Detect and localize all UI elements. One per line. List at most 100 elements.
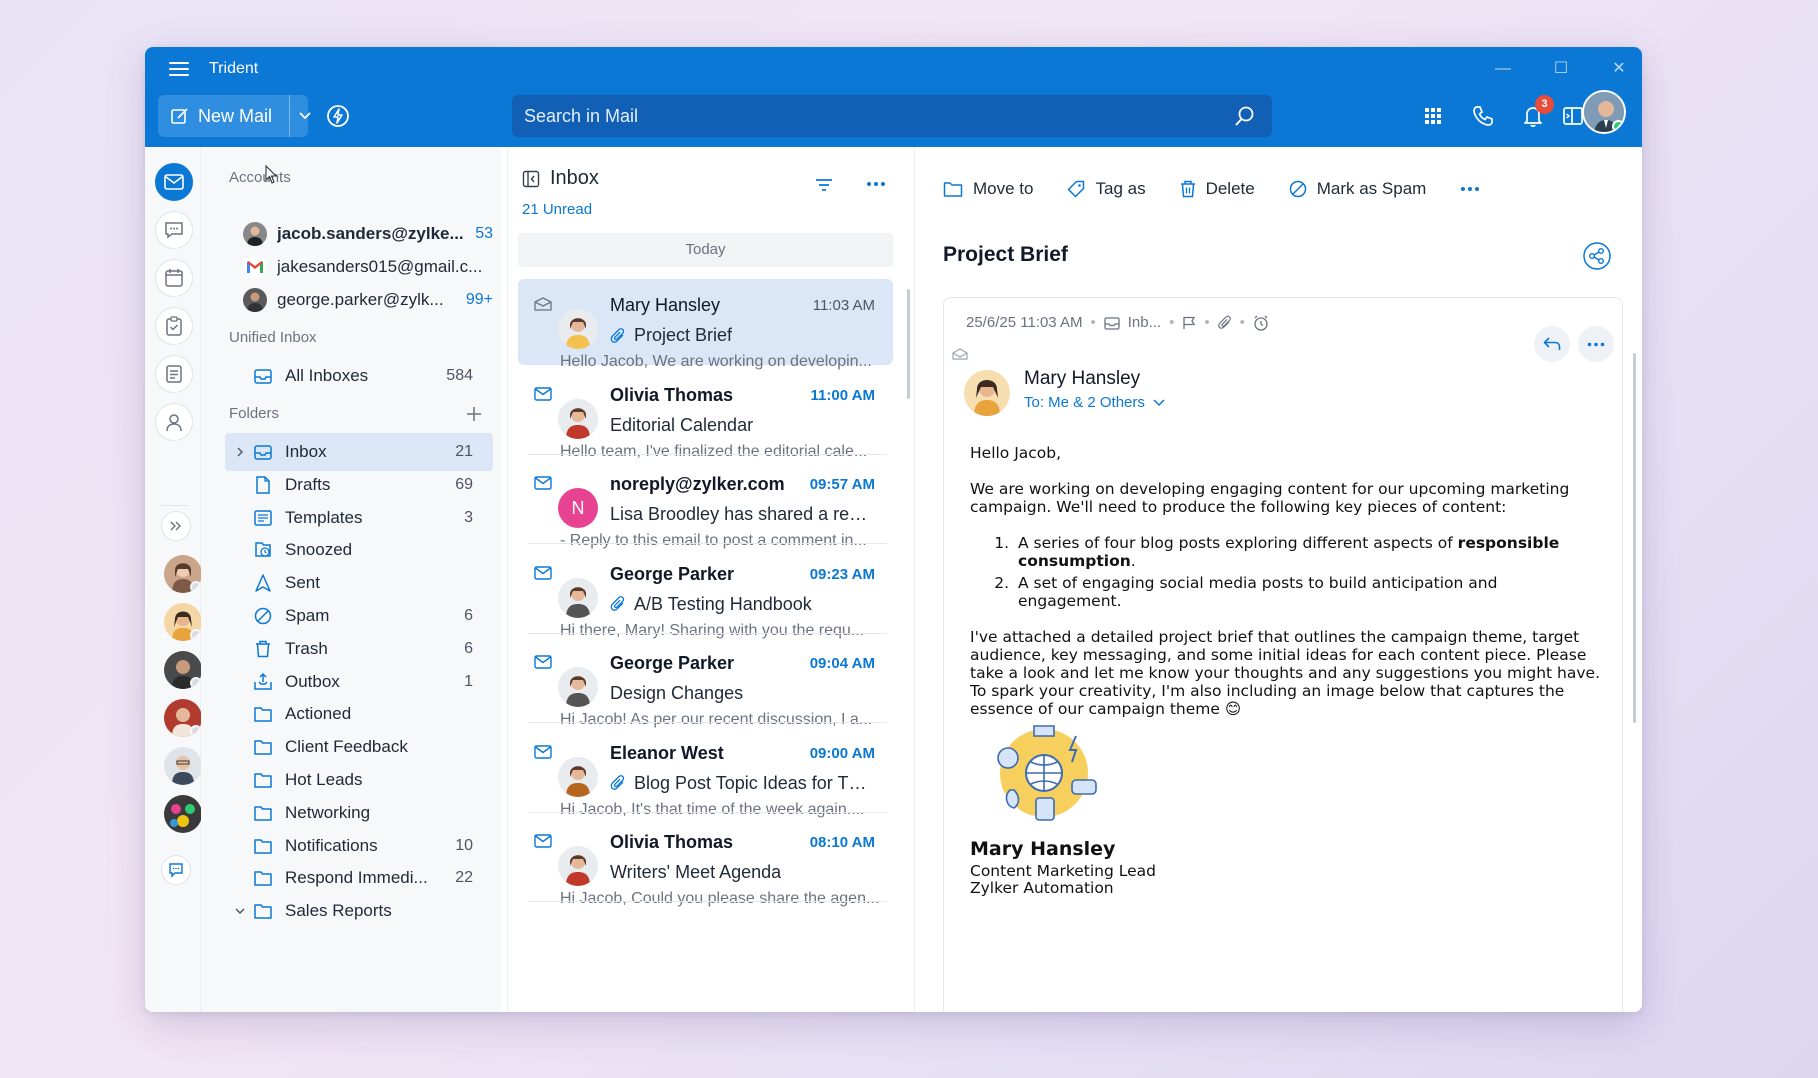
content-item-2: A set of engaging social media posts to … [1014, 574, 1600, 610]
sender-avatar[interactable] [964, 370, 1010, 416]
mail-item[interactable]: George Parker 09:23 AM A/B Testing Handboo… [518, 548, 893, 639]
minimize-icon[interactable]: — [1494, 60, 1512, 78]
folder-sales-reports[interactable]: Sales Reports [225, 892, 493, 930]
attachment-icon [610, 775, 625, 790]
templates-icon [254, 509, 272, 526]
search-input[interactable]: Search in Mail [512, 95, 1272, 137]
mail-time: 09:04 AM [809, 655, 875, 672]
folder-all-inboxes[interactable]: All Inboxes 584 [225, 357, 493, 395]
contact-avatar-3[interactable] [164, 651, 202, 689]
close-icon[interactable]: ✕ [1610, 60, 1628, 78]
contact-avatar-6[interactable] [164, 795, 202, 833]
mail-item[interactable]: Olivia Thomas 08:10 AM Writers' Meet Agend… [518, 816, 893, 907]
reminder-clock-icon[interactable] [1253, 315, 1269, 331]
more-actions-icon[interactable] [1460, 186, 1480, 192]
mail-item[interactable]: Nnoreply@zylker.com 09:57 AM Lisa Broodley… [518, 458, 893, 549]
account-row[interactable]: jakesanders015@gmail.c... [243, 252, 493, 282]
phone-icon[interactable] [1470, 103, 1496, 129]
mail-item[interactable]: George Parker 09:04 AM Design Changes Hi Ja… [518, 637, 893, 728]
person-photo-icon [164, 747, 202, 785]
unread-count[interactable]: 21 Unread [522, 201, 592, 218]
notifications-button[interactable]: 3 [1520, 95, 1554, 129]
folders-heading: Folders [229, 405, 280, 422]
reply-button[interactable] [1534, 326, 1570, 362]
reader-scrollbar[interactable] [1633, 353, 1636, 723]
tag-as-button[interactable]: Tag as [1067, 179, 1146, 199]
reply-icon [1543, 337, 1561, 350]
rail-feedback[interactable] [161, 855, 191, 885]
sender-name: Mary Hansley [1024, 368, 1141, 389]
contact-avatar-1[interactable] [164, 555, 202, 593]
unread-envelope-icon[interactable] [534, 655, 552, 669]
unread-envelope-icon[interactable] [534, 744, 552, 759]
message-more-button[interactable] [1578, 326, 1614, 362]
rail-chat[interactable] [155, 211, 193, 249]
message-folder[interactable]: Inb... [1128, 314, 1161, 331]
list-scrollbar[interactable] [907, 289, 910, 399]
rail-tasks[interactable] [155, 307, 193, 345]
account-avatar [243, 222, 267, 246]
rail-mail[interactable] [155, 163, 193, 201]
apps-grid-icon[interactable] [1420, 103, 1446, 129]
attachment-icon[interactable] [1217, 315, 1232, 331]
chevron-down-icon[interactable] [233, 904, 247, 918]
mail-sender: Olivia Thomas [610, 832, 734, 852]
attachment-icon [610, 327, 625, 343]
move-to-button[interactable]: Move to [943, 179, 1033, 199]
content-item-1: A series of four blog posts exploring di… [1014, 534, 1600, 570]
mail-item[interactable]: Mary Hansley 11:03 AM Project Brief Hello J… [518, 279, 893, 370]
delete-button[interactable]: Delete [1180, 179, 1255, 199]
filter-icon[interactable] [814, 177, 834, 193]
folder-label: Outbox [285, 671, 340, 691]
unread-envelope-icon[interactable] [534, 565, 552, 580]
unread-envelope-icon[interactable] [534, 476, 552, 490]
recipients[interactable]: To: Me & 2 Others [1024, 394, 1165, 411]
mail-item[interactable]: Olivia Thomas 11:00 AM Editorial Calendar H… [518, 369, 893, 460]
rail-contacts[interactable] [155, 403, 193, 441]
new-mail-button[interactable]: New Mail [158, 95, 311, 137]
rail-calendar[interactable] [155, 259, 193, 297]
more-options-icon[interactable] [866, 181, 886, 187]
inbox-icon [254, 369, 272, 384]
read-envelope-icon[interactable] [534, 297, 552, 311]
inbox-icon [1104, 316, 1120, 330]
sender-avatar [558, 309, 598, 349]
account-row[interactable]: george.parker@zylk... 99+ [243, 285, 493, 315]
hamburger-menu-icon[interactable] [169, 62, 189, 76]
quick-actions-icon[interactable] [325, 103, 351, 129]
account-row[interactable]: jacob.sanders@zylke... 53 [243, 219, 493, 249]
add-folder-icon[interactable] [465, 405, 483, 423]
delete-label: Delete [1205, 179, 1255, 198]
maximize-icon[interactable]: ☐ [1552, 60, 1570, 78]
message-actions: Move to Tag as Delete Mark as Spam [943, 179, 1480, 199]
new-mail-dropdown[interactable] [289, 95, 319, 137]
sender-avatar [558, 667, 598, 707]
account-count: 53 [475, 225, 493, 242]
online-status-icon [1612, 120, 1624, 132]
folder-label: Trash [285, 638, 328, 658]
contact-avatar-5[interactable] [164, 747, 202, 785]
contact-avatar-2[interactable] [164, 603, 202, 641]
collapse-panel-icon[interactable] [522, 170, 540, 188]
folder-panel: Accounts jacob.sanders@zylke... 53 jakes… [201, 147, 501, 1012]
share-icon[interactable] [1582, 241, 1612, 271]
unread-envelope-icon[interactable] [534, 834, 552, 848]
mark-as-spam-button[interactable]: Mark as Spam [1289, 179, 1426, 199]
flag-icon[interactable] [1182, 316, 1196, 330]
chevron-right-icon[interactable] [233, 445, 247, 459]
profile-avatar[interactable] [1582, 90, 1626, 134]
mail-item[interactable]: Eleanor West 09:00 AM Blog Post Topic Idea… [518, 727, 893, 818]
more-options-icon [1587, 342, 1605, 346]
mail-list: Inbox 21 Unread Today Mary Hansley 11:03 … [507, 147, 915, 1012]
contact-avatar-4[interactable] [164, 699, 202, 737]
person-photo-icon [558, 846, 598, 886]
account-avatar [243, 288, 267, 312]
double-chevron-right-icon [170, 521, 181, 531]
message-subject: Project Brief [943, 243, 1068, 266]
search-icon[interactable] [1234, 105, 1256, 127]
unread-envelope-icon[interactable] [534, 386, 552, 401]
rail-notes[interactable] [155, 355, 193, 393]
rail-expand[interactable] [161, 511, 191, 541]
recipients-label: To: Me & 2 Others [1024, 394, 1145, 411]
folder-count: 584 [446, 367, 473, 384]
